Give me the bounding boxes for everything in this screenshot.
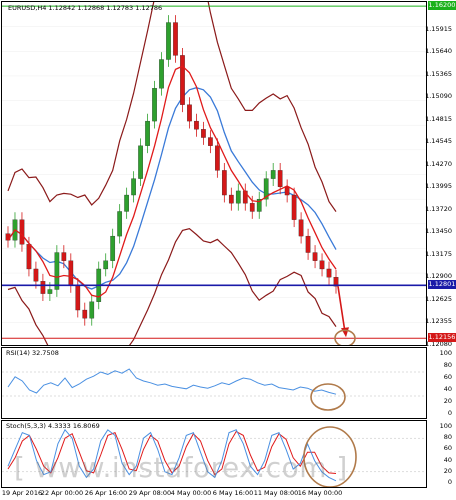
candle-body	[180, 55, 185, 105]
candle-body	[312, 252, 318, 261]
rsi-tick: 60	[443, 373, 452, 381]
candle-body	[82, 309, 88, 319]
price-tick: 1.15090	[425, 92, 452, 101]
candle-body	[75, 285, 81, 311]
candle-body	[138, 145, 143, 179]
candle-body	[117, 211, 123, 237]
candle-body	[291, 194, 297, 220]
price-tick: 1.13175	[425, 249, 452, 258]
stoch-tick: 20	[443, 466, 452, 475]
candle-body	[326, 268, 332, 278]
price-tick: 1.15365	[425, 69, 452, 78]
stoch-tick: 0	[447, 478, 452, 486]
candle-body	[124, 194, 129, 212]
candle-body	[54, 252, 60, 290]
stoch-tick: 40	[443, 455, 452, 464]
time-tick: 11 May 08:00	[253, 489, 299, 497]
forecast-arrow-line	[337, 286, 346, 333]
stoch-tick: 60	[443, 444, 452, 453]
chart-title: EURUSD,H4 1.12842 1.12868 1.12783 1.1278…	[8, 4, 163, 12]
candle-body	[221, 170, 227, 196]
candle-body	[26, 244, 32, 270]
price-pane[interactable]: EURUSD,H4 1.12842 1.12868 1.12783 1.1278…	[1, 1, 427, 346]
candle-body	[277, 170, 283, 187]
rsi-line	[7, 368, 337, 395]
candle-body	[61, 252, 67, 261]
rsi-tick: 40	[443, 385, 452, 393]
candle-body	[47, 289, 53, 294]
price-tick: 1.12355	[425, 316, 452, 325]
price-tick: 1.14545	[425, 137, 452, 146]
candle-body	[110, 235, 116, 261]
candle-body	[103, 260, 109, 270]
stoch-tick: 100	[439, 422, 452, 430]
candle-body	[249, 203, 255, 212]
candle-body	[166, 22, 171, 60]
rsi-tick: 0	[447, 409, 452, 417]
candle-body	[235, 190, 241, 204]
price-axis: 1.15915 1.15640 1.15365 1.15090 1.14815 1.145…	[425, 1, 456, 348]
watermark: [ www.instaforex.com ]	[14, 451, 348, 484]
candle-body	[89, 301, 95, 319]
time-tick: 22 Apr 00:00	[40, 489, 84, 497]
candle-body	[305, 235, 311, 253]
candle-body	[284, 186, 290, 196]
candle-body	[319, 260, 325, 270]
rsi-tick: 20	[443, 397, 452, 405]
price-tick: 1.14815	[425, 114, 452, 123]
rsi-circle	[310, 383, 346, 411]
candle-body	[159, 59, 164, 89]
time-tick: 26 Apr 16:00	[84, 489, 128, 497]
candle-body	[208, 137, 213, 146]
level-tag-0: 1.16200	[428, 0, 456, 10]
candle-body	[33, 268, 39, 282]
time-tick: 29 Apr 08:00	[128, 489, 172, 497]
price-tick: 1.15915	[425, 24, 452, 33]
level-tag-2: 1.12156	[428, 332, 456, 342]
candle-body	[228, 194, 234, 204]
price-tick: 1.15640	[425, 47, 452, 56]
candle-body	[145, 120, 150, 146]
stoch-title: Stoch(5,3,3) 4.3333 16.8069	[6, 422, 100, 430]
candle-body	[194, 120, 199, 130]
price-tick: 1.13450	[425, 227, 452, 235]
rsi-title: RSI(14) 32.7508	[6, 349, 59, 357]
time-tick: 19 Apr 2016	[1, 489, 43, 497]
price-chart-svg	[2, 2, 426, 345]
rsi-chart-svg	[2, 368, 426, 411]
rsi-pane[interactable]: RSI(14) 32.7508	[1, 347, 427, 419]
forecast-arrow-head	[341, 327, 349, 338]
candle-body	[131, 178, 136, 196]
candle-body	[152, 88, 157, 122]
time-tick: 16 May 00:00	[297, 489, 343, 497]
time-tick: 6 May 16:00	[212, 489, 254, 497]
rsi-axis: 100 80 60 40 20 0	[428, 347, 456, 419]
candle-body	[19, 219, 25, 245]
rsi-tick: 100	[439, 349, 452, 357]
stoch-axis: 100 80 60 40 20 0	[428, 420, 456, 488]
price-tick: 1.14270	[425, 159, 452, 168]
candle-body	[201, 129, 206, 138]
candle-body	[187, 104, 192, 122]
time-tick: 4 May 00:00	[170, 489, 212, 497]
level-tag-1: 1.12801	[428, 279, 456, 289]
price-tick: 1.13995	[425, 182, 452, 191]
candle-body	[173, 22, 178, 56]
price-tick: 1.12625	[425, 294, 452, 303]
candle-body	[270, 170, 276, 179]
rsi-tick: 80	[443, 361, 452, 369]
candle-body	[68, 260, 74, 286]
candle-body	[298, 219, 304, 237]
price-tick: 1.13720	[425, 204, 452, 213]
stoch-tick: 80	[443, 433, 452, 442]
candle-body	[40, 281, 46, 294]
candle-body	[215, 145, 220, 171]
